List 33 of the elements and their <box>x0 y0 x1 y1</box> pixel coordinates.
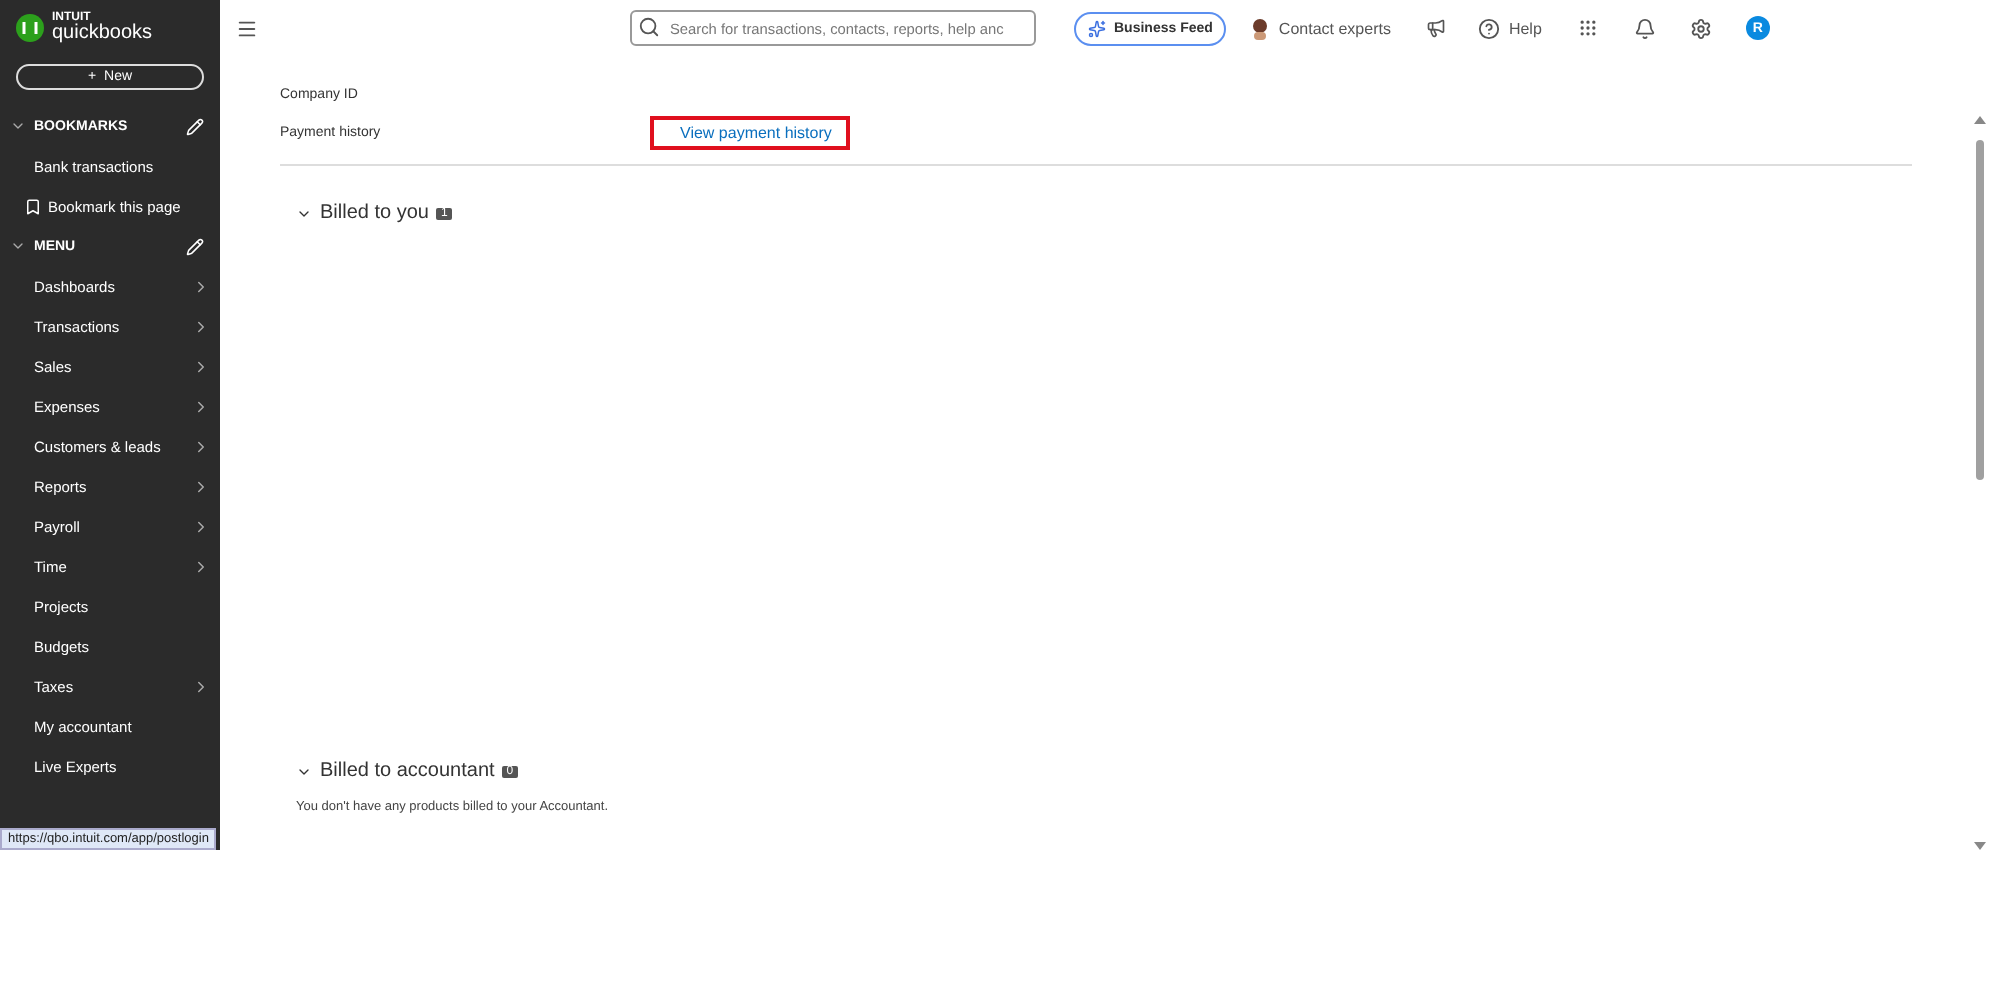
payment-history-link[interactable]: View payment history <box>650 116 850 150</box>
person-icon <box>1250 17 1271 39</box>
section-heading: Billed to you <box>320 202 429 224</box>
scroll-up-icon[interactable] <box>1973 116 1985 124</box>
apps-grid-icon[interactable] <box>1577 18 1598 38</box>
chevron-right-icon <box>192 517 210 535</box>
chevron-right-icon <box>192 677 210 695</box>
product-name: quickbooks <box>52 24 153 44</box>
chevron-right-icon <box>192 397 210 415</box>
chevron-right-icon <box>192 557 210 575</box>
section-heading: Billed to accountant <box>320 760 495 782</box>
chevron-right-icon <box>192 437 210 455</box>
sparkle-icon <box>1088 19 1106 37</box>
logo-icon <box>16 14 44 42</box>
edit-icon[interactable] <box>186 117 204 135</box>
contact-experts-link[interactable]: Contact experts <box>1250 17 1391 39</box>
scrollbar-thumb[interactable] <box>1975 140 1983 480</box>
megaphone-icon[interactable] <box>1426 18 1447 38</box>
chevron-right-icon <box>192 277 210 295</box>
chevron-right-icon <box>192 477 210 495</box>
scroll-down-icon[interactable] <box>1973 842 1985 850</box>
edit-icon[interactable] <box>186 237 204 255</box>
help-link[interactable]: Help <box>1478 17 1542 39</box>
bookmark-icon <box>24 197 42 215</box>
chevron-right-icon <box>192 317 210 335</box>
bell-icon[interactable] <box>1633 17 1656 39</box>
settings-icon[interactable] <box>1689 17 1712 39</box>
help-icon <box>1478 17 1501 39</box>
chevron-down-icon[interactable] <box>10 238 26 254</box>
search-icon <box>638 16 660 38</box>
menu-icon[interactable] <box>236 17 258 39</box>
chevron-right-icon <box>192 357 210 375</box>
chevron-down-icon[interactable] <box>10 118 26 134</box>
